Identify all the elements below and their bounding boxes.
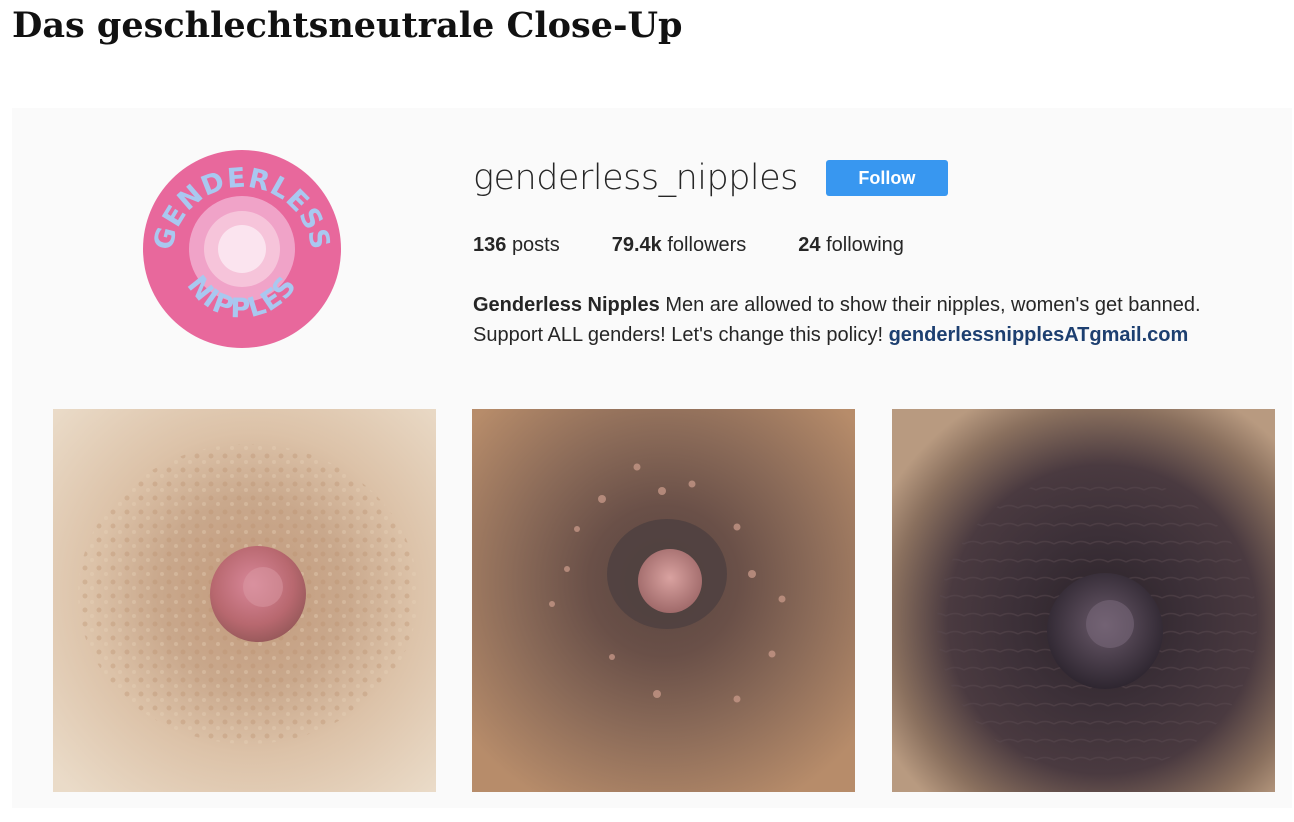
profile-bio: Genderless Nipples Men are allowed to sh…: [473, 290, 1283, 350]
post-thumbnail-1[interactable]: [53, 409, 436, 792]
post-image-3: [892, 409, 1275, 792]
username-row: genderless_nipples Follow: [473, 148, 1283, 208]
profile-avatar[interactable]: GENDERLESS NIPPLES: [142, 149, 342, 349]
followers-count: 79.4k: [611, 234, 662, 256]
following-count: 24: [798, 234, 821, 256]
posts-label: posts: [511, 234, 560, 256]
following-label: following: [826, 234, 904, 256]
bio-line-1: Genderless Nipples Men are allowed to sh…: [473, 290, 1283, 320]
genderless-nipples-logo: GENDERLESS NIPPLES: [143, 150, 341, 348]
bio-line-2: Support ALL genders! Let's change this p…: [473, 320, 1283, 350]
profile-stats: 136 posts 79.4k followers 24 following: [473, 232, 1283, 258]
article-headline: Das geschlechtsneutrale Close-Up: [12, 5, 683, 46]
bio-text-2: Support ALL genders! Let's change this p…: [473, 324, 884, 346]
post-thumbnail-3[interactable]: [892, 409, 1275, 792]
posts-count: 136: [473, 234, 507, 256]
post-image-2: [472, 409, 855, 792]
follow-button[interactable]: Follow: [825, 160, 948, 196]
bio-text-1: Men are allowed to show their nipples, w…: [665, 294, 1201, 316]
profile-username[interactable]: genderless_nipples: [473, 148, 798, 208]
profile-info: genderless_nipples Follow 136 posts 79.4…: [473, 148, 1283, 350]
stat-posts: 136 posts: [473, 232, 560, 258]
stat-following[interactable]: 24 following: [798, 232, 904, 258]
bio-email-link[interactable]: genderlessnipplesATgmail.com: [889, 324, 1189, 346]
stat-followers[interactable]: 79.4k followers: [612, 232, 747, 258]
post-image-1: [53, 409, 436, 792]
followers-label: followers: [667, 234, 747, 256]
post-thumbnail-2[interactable]: [472, 409, 855, 792]
bio-name: Genderless Nipples: [473, 294, 660, 316]
instagram-profile-embed: GENDERLESS NIPPLES genderless_nipples Fo…: [12, 108, 1292, 808]
